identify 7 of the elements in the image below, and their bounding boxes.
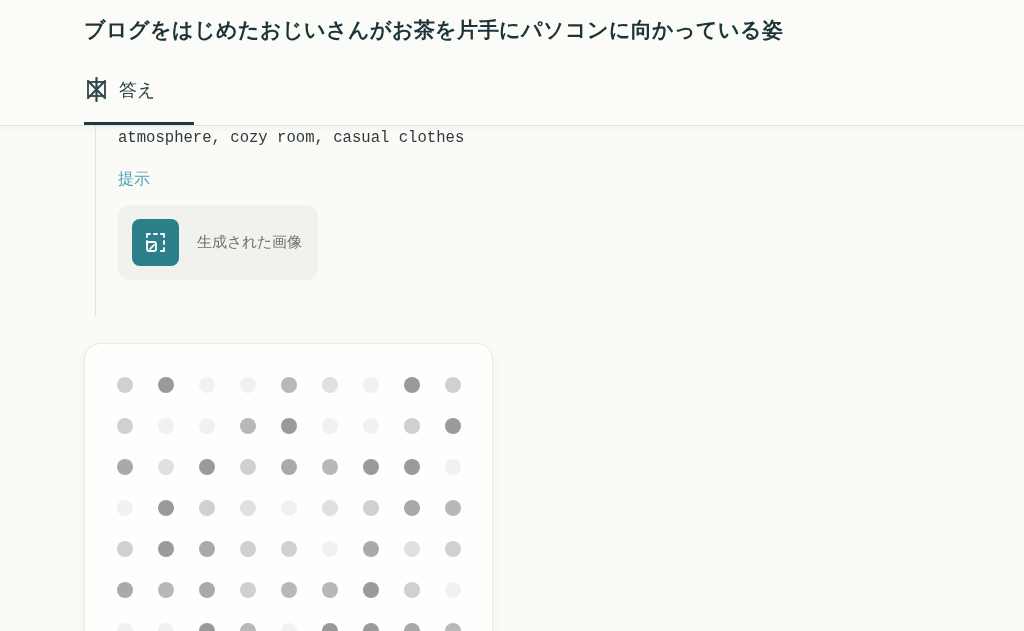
hint-link[interactable]: 提示	[118, 168, 150, 190]
generated-image-button[interactable]: 生成された画像	[118, 205, 318, 280]
answer-tab[interactable]: 答え	[84, 77, 194, 125]
image-icon	[132, 219, 179, 266]
asterisk-icon	[86, 77, 107, 102]
prompt-text: atmosphere, cozy room, casual clothes	[118, 128, 465, 148]
page-title: ブログをはじめたおじいさんがお茶を片手にパソコンに向かっている姿	[84, 17, 784, 43]
